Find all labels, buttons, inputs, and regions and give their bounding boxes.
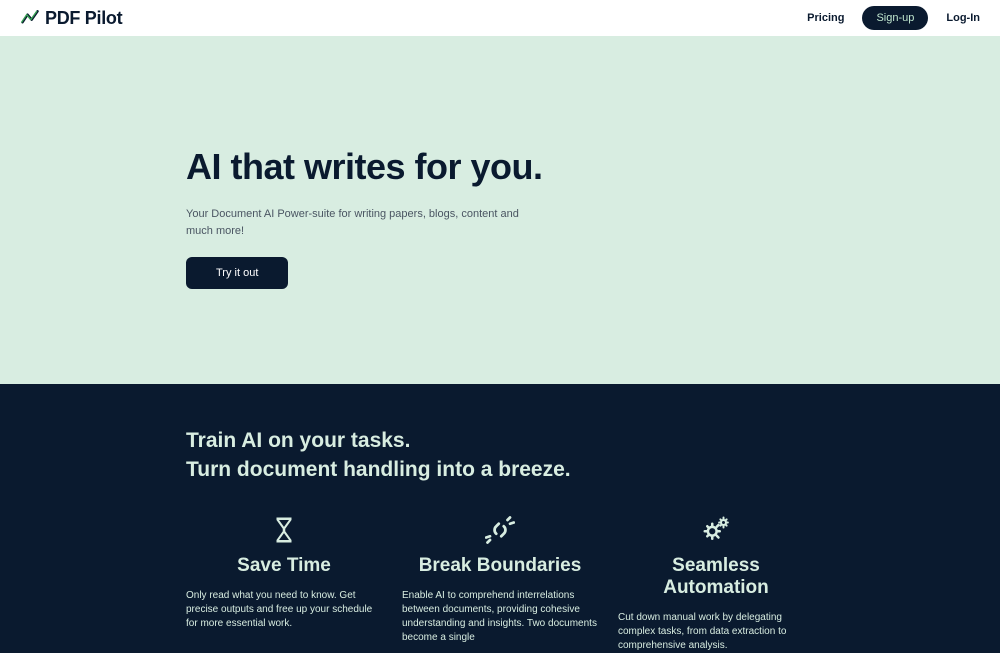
unlink-icon: [485, 515, 515, 545]
feature-save-time: Save Time Only read what you need to kno…: [186, 515, 382, 653]
login-link[interactable]: Log-In: [946, 12, 980, 24]
feature-title: Save Time: [186, 555, 382, 577]
gears-icon: [701, 515, 731, 545]
feature-desc: Only read what you need to know. Get pre…: [186, 589, 382, 631]
try-it-out-button[interactable]: Try it out: [186, 257, 288, 289]
features-heading-line1: Train AI on your tasks.: [186, 429, 410, 452]
features-grid: Save Time Only read what you need to kno…: [186, 515, 814, 653]
hero-content: AI that writes for you. Your Document AI…: [186, 146, 816, 289]
logo-icon: [20, 8, 40, 28]
pricing-link[interactable]: Pricing: [807, 12, 844, 24]
features-heading-line2: Turn document handling into a breeze.: [186, 458, 571, 481]
features-heading-wrap: Train AI on your tasks. Turn document ha…: [186, 426, 816, 485]
hourglass-icon: [269, 515, 299, 545]
feature-seamless-automation: Seamless Automation Cut down manual work…: [618, 515, 814, 653]
feature-desc: Enable AI to comprehend interrelations b…: [402, 589, 598, 645]
logo[interactable]: PDF Pilot: [20, 8, 122, 29]
features-heading: Train AI on your tasks. Turn document ha…: [186, 426, 816, 485]
header: PDF Pilot Pricing Sign-up Log-In: [0, 0, 1000, 36]
feature-desc: Cut down manual work by delegating compl…: [618, 611, 814, 653]
main-nav: Pricing Sign-up Log-In: [807, 6, 980, 30]
signup-button[interactable]: Sign-up: [862, 6, 928, 30]
logo-text: PDF Pilot: [45, 8, 122, 29]
hero-title: AI that writes for you.: [186, 146, 816, 188]
hero-section: AI that writes for you. Your Document AI…: [0, 36, 1000, 384]
feature-break-boundaries: Break Boundaries Enable AI to comprehend…: [402, 515, 598, 653]
hero-subtitle: Your Document AI Power-suite for writing…: [186, 206, 536, 239]
features-section: Train AI on your tasks. Turn document ha…: [0, 384, 1000, 653]
feature-title: Seamless Automation: [618, 555, 814, 599]
feature-title: Break Boundaries: [402, 555, 598, 577]
